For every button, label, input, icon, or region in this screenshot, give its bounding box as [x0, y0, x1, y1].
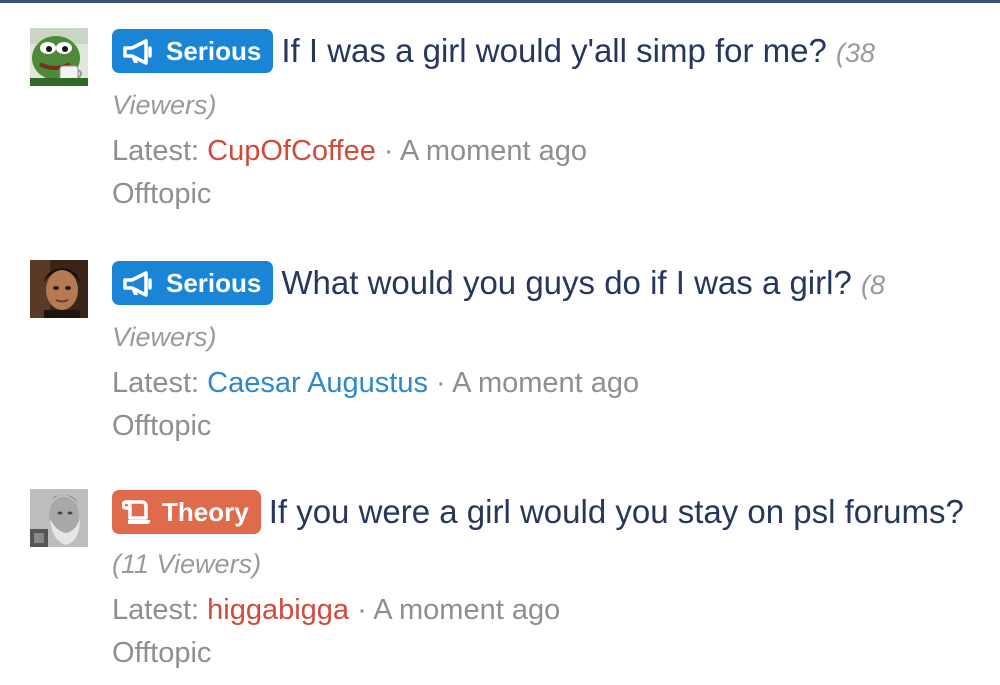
avatar[interactable] — [30, 260, 88, 318]
scroll-icon — [121, 495, 152, 539]
top-divider — [0, 0, 1000, 3]
avatar[interactable] — [30, 28, 88, 86]
thread-meta: Latest: higgabigga · A moment ago — [112, 589, 972, 632]
latest-time[interactable]: A moment ago — [452, 367, 639, 399]
thread-meta: Latest: Caesar Augustus · A moment ago — [112, 362, 972, 405]
thread-title-line: Serious What would you guys do if I was a… — [112, 258, 972, 362]
thread-title-link[interactable]: If you were a girl would you stay on psl… — [269, 493, 964, 530]
latest-label: Latest: — [112, 135, 200, 167]
prefix-badge[interactable]: Theory — [112, 490, 261, 534]
forum-link[interactable]: Offtopic — [112, 632, 972, 675]
latest-user-link[interactable]: Caesar Augustus — [207, 367, 428, 399]
latest-time[interactable]: A moment ago — [373, 594, 560, 626]
latest-label: Latest: — [112, 367, 200, 399]
latest-label: Latest: — [112, 594, 200, 626]
forum-link[interactable]: Offtopic — [112, 405, 972, 448]
thread-title-link[interactable]: What would you guys do if I was a girl? — [281, 264, 851, 301]
man-portrait-avatar-image — [30, 260, 88, 318]
meta-separator: · — [349, 594, 374, 626]
thread-title-link[interactable]: If I was a girl would y'all simp for me? — [281, 32, 826, 69]
megaphone-icon — [122, 34, 156, 78]
viewer-count: (11 Viewers) — [112, 549, 262, 579]
thread-title-line: Serious If I was a girl would y'all simp … — [112, 26, 972, 130]
thread-title-line: Theory If you were a girl would you stay … — [112, 487, 972, 589]
avatar[interactable] — [30, 489, 88, 547]
meta-separator: · — [375, 135, 401, 167]
megaphone-icon — [122, 266, 156, 310]
meta-separator: · — [427, 367, 453, 399]
latest-time[interactable]: A moment ago — [400, 135, 587, 167]
prefix-badge[interactable]: Serious — [112, 261, 274, 305]
forum-link[interactable]: Offtopic — [112, 173, 972, 216]
latest-user-link[interactable]: higgabigga — [207, 594, 349, 626]
thread-meta: Latest: CupOfCoffee · A moment ago — [112, 130, 972, 173]
bearded-man-avatar-image — [30, 489, 88, 547]
prefix-label: Theory — [162, 497, 249, 527]
prefix-badge[interactable]: Serious — [112, 29, 274, 73]
prefix-label: Serious — [166, 268, 262, 298]
latest-user-link[interactable]: CupOfCoffee — [207, 135, 376, 167]
pepe-avatar-image — [30, 28, 88, 86]
prefix-label: Serious — [166, 36, 262, 66]
